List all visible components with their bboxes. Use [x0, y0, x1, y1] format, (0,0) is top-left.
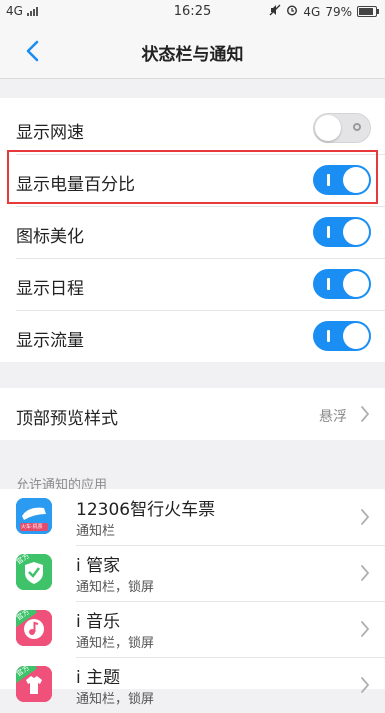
nav-bar: 状态栏与通知: [0, 24, 385, 79]
mute-icon: [269, 4, 281, 19]
app-name: i 音乐: [76, 612, 121, 632]
network-speed-toggle[interactable]: [313, 113, 371, 143]
battery-percent: 79%: [325, 4, 352, 19]
shield-icon: 官方: [16, 554, 52, 590]
setting-label: 图标美化: [16, 227, 84, 247]
app-notify-types: 通知栏，锁屏: [76, 692, 155, 707]
preview-style-group: 顶部预览样式 悬浮: [0, 388, 385, 440]
app-notify-types: 通知栏，锁屏: [76, 580, 155, 595]
chevron-right-icon: [359, 563, 371, 583]
app-row-i-music[interactable]: 官方 i 音乐 通知栏，锁屏: [0, 601, 385, 657]
preview-style-value: 悬浮: [319, 409, 347, 425]
off-indicator-icon: [353, 123, 361, 131]
highlight-box: [7, 150, 378, 204]
app-notify-types: 通知栏: [76, 524, 116, 539]
setting-row-network-speed[interactable]: 显示网速: [0, 102, 385, 154]
app-name: 12306智行火车票: [76, 500, 216, 520]
app-row-i-guanjia[interactable]: 官方 i 管家 通知栏，锁屏: [0, 545, 385, 601]
on-indicator-icon: [327, 278, 330, 290]
page-title: 状态栏与通知: [141, 45, 244, 65]
icon-beautify-toggle[interactable]: [313, 217, 371, 247]
setting-row-data-usage[interactable]: 显示流量: [0, 310, 385, 362]
app-row-12306[interactable]: 火车·机票 12306智行火车票 通知栏: [0, 489, 385, 545]
app-name: i 主题: [76, 668, 121, 688]
setting-row-icon-beautify[interactable]: 图标美化: [0, 206, 385, 258]
train-ticket-icon: 火车·机票: [16, 498, 52, 534]
app-row-i-theme[interactable]: 官方 i 主题 通知栏，锁屏: [0, 657, 385, 713]
music-icon: 官方: [16, 610, 52, 646]
status-right: 4G 79%: [269, 4, 379, 19]
chevron-right-icon: [359, 675, 371, 695]
setting-row-schedule[interactable]: 显示日程: [0, 258, 385, 310]
chevron-right-icon: [359, 507, 371, 527]
toggle-knob: [343, 323, 369, 349]
toggle-knob: [343, 271, 369, 297]
toggle-knob: [315, 115, 341, 141]
chevron-right-icon: [359, 404, 371, 424]
data-usage-toggle[interactable]: [313, 321, 371, 351]
theme-icon: 官方: [16, 666, 52, 702]
on-indicator-icon: [327, 226, 330, 238]
network-type-right: 4G: [303, 4, 321, 19]
apps-list: 火车·机票 12306智行火车票 通知栏 官方 i 管家 通知栏，锁屏 官方 i…: [0, 489, 385, 707]
on-indicator-icon: [327, 330, 330, 342]
toggle-settings-group: 显示网速 显示电量百分比 图标美化 显示日程 显示流量: [0, 98, 385, 362]
status-bar: 4G 16:25 4G 79%: [0, 0, 385, 24]
battery-icon: [357, 6, 379, 17]
app-notify-types: 通知栏，锁屏: [76, 636, 155, 651]
app-name: i 管家: [76, 556, 121, 576]
setting-label: 显示网速: [16, 123, 84, 143]
setting-label: 显示日程: [16, 279, 84, 299]
app-icon-text: 火车·机票: [21, 524, 43, 530]
alarm-icon: [286, 4, 298, 19]
setting-label: 显示流量: [16, 331, 84, 351]
schedule-toggle[interactable]: [313, 269, 371, 299]
setting-row-preview-style[interactable]: 顶部预览样式 悬浮: [0, 388, 385, 440]
chevron-right-icon: [359, 619, 371, 639]
setting-label: 顶部预览样式: [16, 409, 118, 429]
toggle-knob: [343, 219, 369, 245]
